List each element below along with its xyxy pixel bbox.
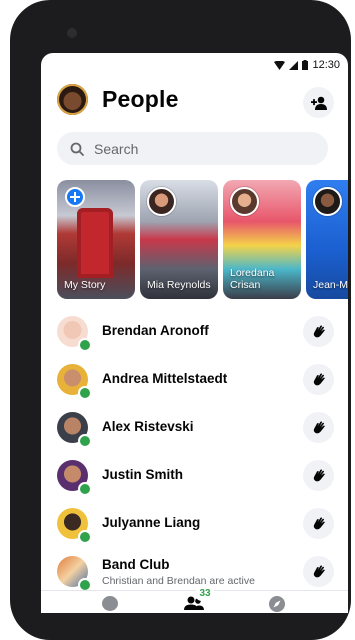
list-item[interactable]: Alex Ristevski [41,404,348,452]
list-item[interactable]: Brendan Aronoff [41,308,348,356]
wave-button[interactable] [303,508,334,539]
list-item[interactable]: Andrea Mittelstaedt [41,356,348,404]
status-bar: 12:30 [274,56,340,74]
story-label: Loredana Crisan [230,267,275,291]
person-name: Justin Smith [102,467,184,482]
nav-tab-discover[interactable] [262,595,292,613]
nav-tab-people[interactable]: 33 [179,587,215,613]
person-name: Brendan Aronoff [102,323,209,338]
online-status-dot [78,482,92,496]
add-story-button[interactable] [65,187,85,207]
people-list: Brendan Aronoff Andrea Mittelstaedt Alex… [41,308,348,596]
bottom-nav: 33 [41,587,348,613]
signal-icon [289,60,299,70]
wifi-icon [274,60,286,70]
person-name: Julyanne Liang [102,515,201,530]
list-item[interactable]: Band Club Christian and Brendan are acti… [41,548,348,596]
online-status-dot [78,530,92,544]
search-bar[interactable] [57,132,328,165]
online-status-dot [78,338,92,352]
search-input[interactable] [92,139,296,158]
wave-icon [313,324,325,337]
add-person-button[interactable] [303,87,334,118]
online-status-dot [78,434,92,448]
wave-icon [313,372,325,385]
phone-frame: 12:30 People Search My Story Mia Reynold… [10,0,351,640]
profile-avatar[interactable] [57,84,88,115]
story-card-my-story[interactable]: My Story [57,180,135,299]
story-card-loredana[interactable]: Loredana Crisan [223,180,301,299]
wave-icon [313,468,325,481]
story-card-mia[interactable]: Mia Reynolds [140,180,218,299]
story-card-jean[interactable]: Jean-M Denis [306,180,348,299]
list-item[interactable]: Julyanne Liang [41,500,348,548]
story-label: My Story [64,279,106,291]
story-avatar [230,187,259,216]
wave-icon [313,420,325,433]
plus-icon [70,192,80,202]
online-status-dot [78,386,92,400]
nav-tab-chats[interactable] [95,595,125,613]
discover-icon [269,596,285,612]
phone-booth-shape [77,208,113,278]
story-label: Mia Reynolds [147,279,211,291]
wave-button[interactable] [303,460,334,491]
add-person-icon [310,96,327,110]
wave-button[interactable] [303,556,334,587]
battery-icon [302,60,309,70]
wave-button[interactable] [303,316,334,347]
status-time: 12:30 [312,59,340,71]
story-avatar [147,187,176,216]
group-activity-status: Christian and Brendan are active [102,575,255,587]
search-icon [70,142,84,156]
page-title: People [102,86,179,112]
stories-row: My Story Mia Reynolds Loredana Crisan Je… [57,180,348,299]
person-name: Andrea Mittelstaedt [102,371,228,386]
story-label: Jean-M Denis [313,279,348,291]
story-avatar [313,187,342,216]
wave-button[interactable] [303,412,334,443]
group-name: Band Club [102,557,170,572]
person-name: Alex Ristevski [102,419,194,434]
wave-icon [313,516,325,529]
people-count-badge: 33 [195,587,215,601]
screen: 12:30 People Search My Story Mia Reynold… [41,53,348,613]
wave-button[interactable] [303,364,334,395]
wave-icon [313,564,325,577]
chat-icon [102,596,118,611]
list-item[interactable]: Justin Smith [41,452,348,500]
front-camera [67,28,77,38]
